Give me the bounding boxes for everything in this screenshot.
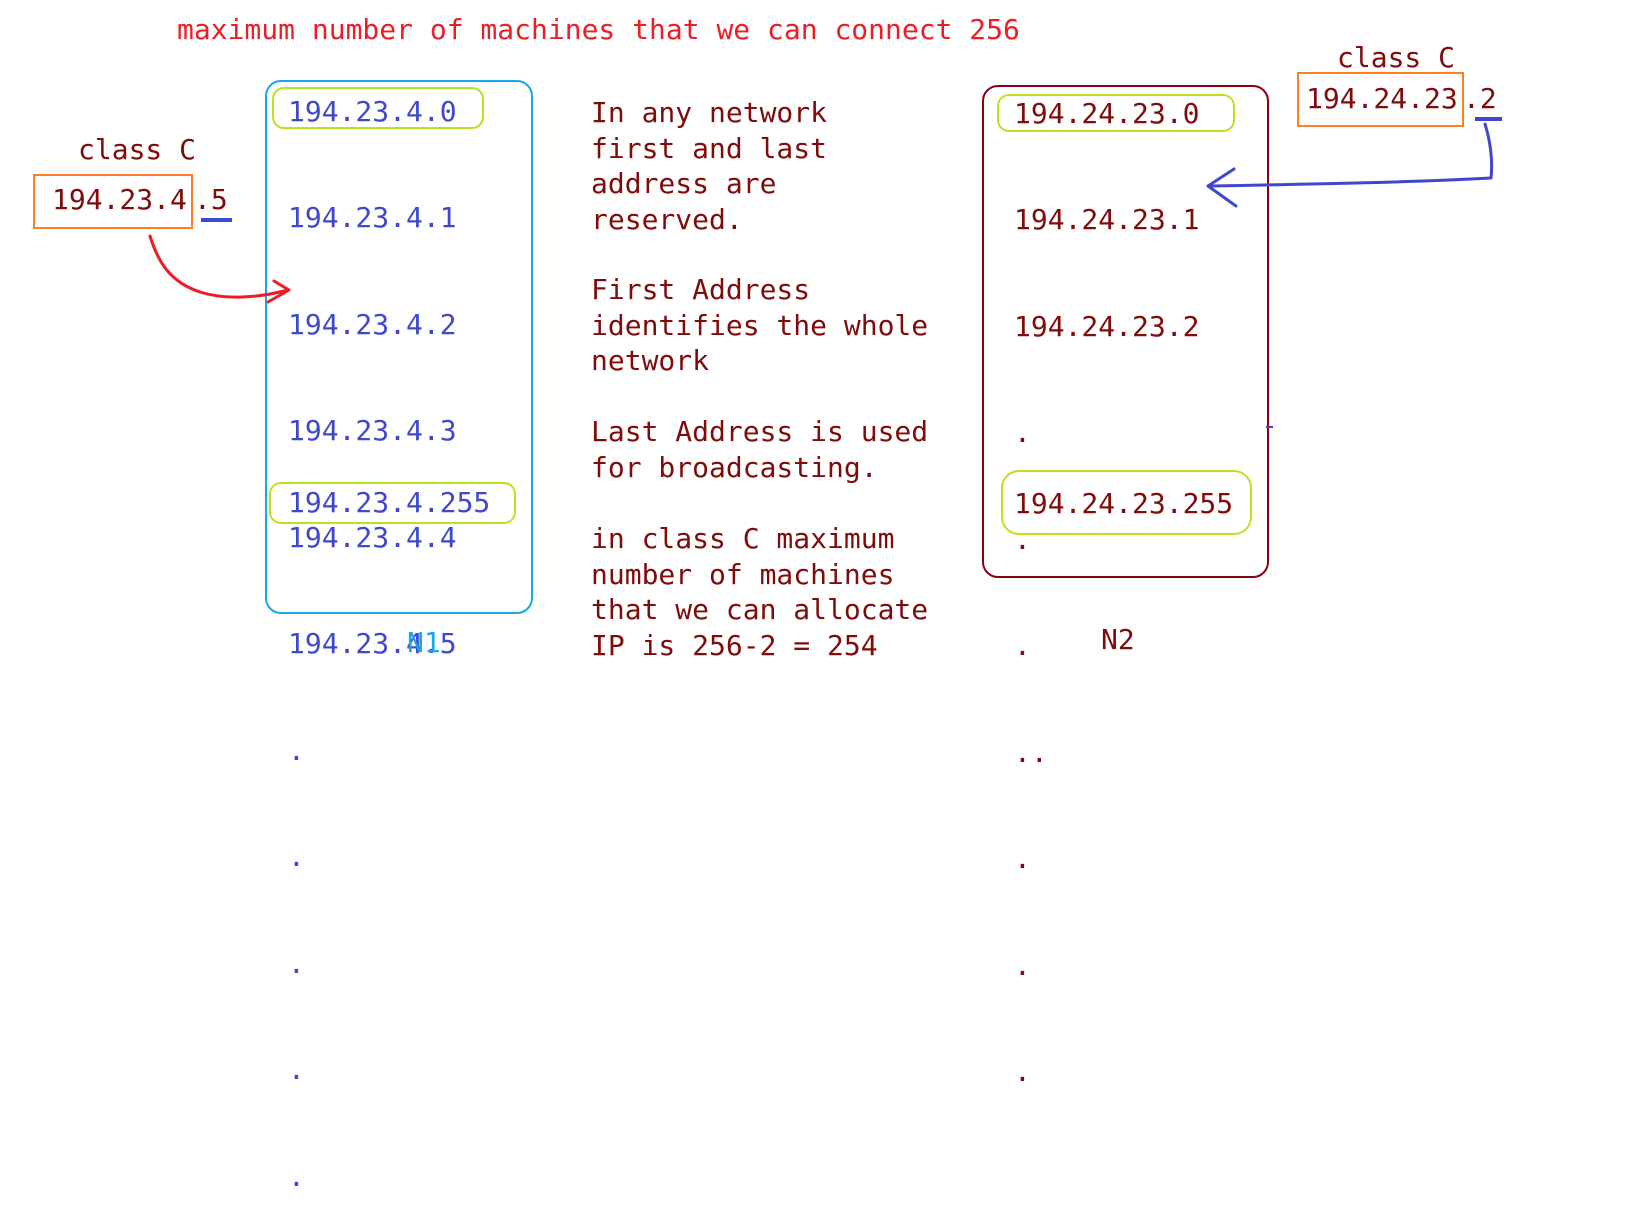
note-class-c-max: in class C maximum number of machines th…	[591, 522, 929, 662]
n2-address-item: 194.24.23.2	[1014, 309, 1200, 343]
right-host-prefix: 194.24.23	[1306, 82, 1458, 115]
n1-last-address: 194.23.4.255	[288, 486, 491, 519]
left-host-prefix: 194.23.4	[52, 183, 187, 216]
n1-address-item: .	[288, 733, 305, 767]
n1-address-item: 194.23.4.4	[288, 520, 457, 554]
n2-label: N2	[1101, 623, 1135, 656]
n1-address-item: 194.23.4.2	[288, 307, 457, 341]
note-last-address: Last Address is used for broadcasting.	[591, 415, 929, 484]
n1-address-item: 194.23.4.3	[288, 414, 457, 447]
right-class-label: class C	[1337, 41, 1456, 74]
n2-first-address: 194.24.23.0	[1014, 97, 1200, 130]
left-host-underline	[201, 218, 232, 222]
n2-address-item: .	[1014, 842, 1031, 875]
note-first-address: First Address identifies the whole netwo…	[591, 273, 929, 377]
note-reserved: In any network first and last address ar…	[591, 96, 828, 236]
n2-last-address: 194.24.23.255	[1014, 487, 1234, 520]
n1-address-item: .	[288, 946, 305, 980]
left-host-part: .5	[194, 183, 228, 216]
n1-label: N1	[407, 626, 441, 659]
page-title: maximum number of machines that we can c…	[177, 13, 1020, 46]
n1-address-item: .	[288, 840, 305, 873]
right-host-underline	[1475, 117, 1502, 121]
n1-address-item: 194.23.4.1	[288, 201, 457, 234]
n1-first-address: 194.23.4.0	[288, 95, 457, 128]
n2-address-item: 194.24.23.1	[1014, 203, 1200, 236]
n2-address-item: .	[1014, 1055, 1031, 1088]
n1-address-item: .	[288, 1053, 305, 1086]
n2-address-item: .	[1014, 948, 1031, 982]
left-class-label: class C	[78, 133, 197, 166]
right-host-part: .2	[1463, 82, 1497, 115]
n2-address-item: .	[1014, 416, 1031, 449]
n2-address-item: ..	[1014, 735, 1048, 769]
n1-address-list: 194.23.4.1 194.23.4.2 194.23.4.3 194.23.…	[288, 129, 457, 1230]
n1-address-item: .	[288, 1159, 305, 1193]
